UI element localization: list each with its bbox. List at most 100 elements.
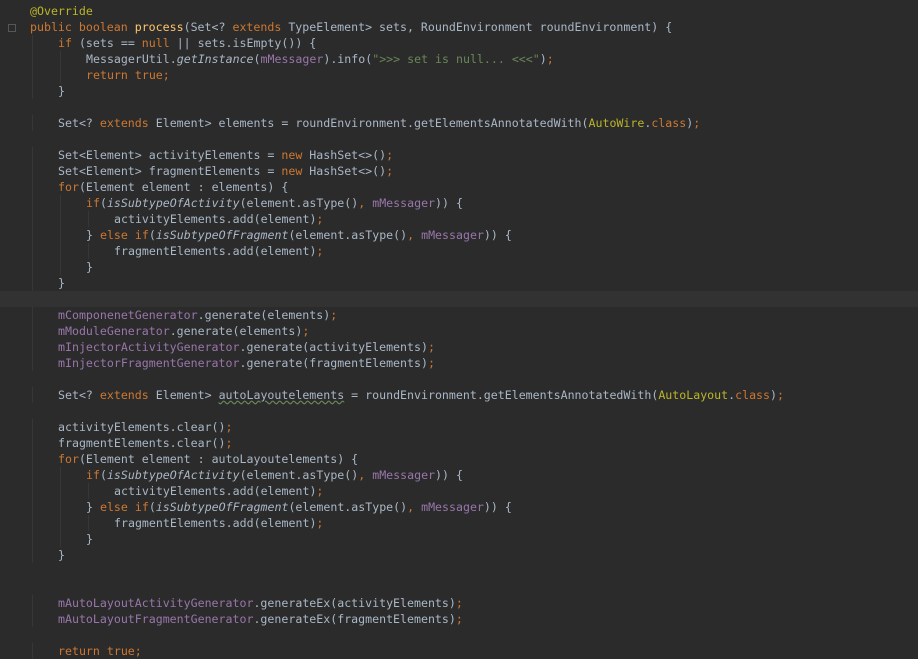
code-token: activityElements.clear() bbox=[58, 420, 226, 434]
code-line-content: mAutoLayoutFragmentGenerator.generateEx(… bbox=[30, 612, 463, 626]
code-line[interactable] bbox=[30, 579, 918, 595]
code-token: autoLayoutelements bbox=[218, 388, 345, 402]
code-line[interactable]: } else if(isSubtypeOfFragment(element.as… bbox=[30, 227, 918, 243]
code-token: TypeElement> sets, RoundEnvironment roun… bbox=[288, 20, 673, 34]
code-token: Set<? bbox=[58, 116, 100, 130]
code-token: mComponenetGenerator bbox=[58, 308, 198, 322]
indent-guide bbox=[32, 211, 33, 227]
code-token: ; bbox=[427, 340, 435, 354]
code-token: (Element element : elements) { bbox=[78, 180, 289, 194]
code-line[interactable]: if(isSubtypeOfActivity(element.asType(),… bbox=[30, 467, 918, 483]
code-token: } bbox=[58, 276, 65, 290]
code-line[interactable]: activityElements.add(element); bbox=[30, 211, 918, 227]
indent-guide bbox=[60, 243, 61, 259]
code-line-content: fragmentElements.clear(); bbox=[30, 436, 233, 450]
code-line[interactable]: MessagerUtil.getInstance(mMessager).info… bbox=[30, 51, 918, 67]
code-line[interactable]: Set<? extends Element> autoLayoutelement… bbox=[30, 387, 918, 403]
code-line[interactable]: } bbox=[30, 259, 918, 275]
code-line[interactable]: mInjectorActivityGenerator.generate(acti… bbox=[30, 339, 918, 355]
code-line[interactable]: } bbox=[30, 547, 918, 563]
code-token: )) { bbox=[435, 196, 463, 210]
code-token: AutoLayout bbox=[658, 388, 729, 402]
code-line[interactable]: } bbox=[30, 275, 918, 291]
code-token: (element.asType() bbox=[239, 196, 359, 210]
code-line[interactable]: mAutoLayoutActivityGenerator.generateEx(… bbox=[30, 595, 918, 611]
code-line[interactable]: if(isSubtypeOfActivity(element.asType(),… bbox=[30, 195, 918, 211]
code-line-content: mInjectorFragmentGenerator.generate(frag… bbox=[30, 356, 435, 370]
indent-guide bbox=[60, 515, 61, 531]
code-token: ( bbox=[148, 500, 156, 514]
code-token: mModuleGenerator bbox=[58, 324, 170, 338]
indent-guide bbox=[32, 147, 33, 163]
code-line[interactable]: mComponenetGenerator.generate(elements); bbox=[30, 307, 918, 323]
code-editor[interactable]: @Override public boolean process(Set<? ex… bbox=[0, 0, 918, 659]
code-line-content: activityElements.add(element); bbox=[30, 484, 323, 498]
code-token: ; bbox=[225, 420, 233, 434]
indent-guide bbox=[32, 67, 33, 83]
code-token: ; bbox=[546, 52, 554, 66]
code-token: .generateEx(activityElements) bbox=[253, 596, 456, 610]
code-token: } bbox=[58, 548, 65, 562]
code-line[interactable]: } bbox=[30, 83, 918, 99]
code-token: class bbox=[651, 116, 687, 130]
code-line-content: if(isSubtypeOfActivity(element.asType(),… bbox=[30, 468, 463, 482]
indent-guide bbox=[32, 179, 33, 195]
code-area[interactable]: @Override public boolean process(Set<? ex… bbox=[0, 3, 918, 659]
code-line[interactable]: Set<Element> activityElements = new Hash… bbox=[30, 147, 918, 163]
code-token: mMessager bbox=[260, 52, 324, 66]
code-line[interactable]: Set<Element> fragmentElements = new Hash… bbox=[30, 163, 918, 179]
code-token: ; bbox=[316, 212, 324, 226]
code-token: activityElements.add(element) bbox=[114, 212, 317, 226]
code-line-content: mAutoLayoutActivityGenerator.generateEx(… bbox=[30, 596, 463, 610]
code-line[interactable]: } bbox=[30, 531, 918, 547]
code-line[interactable] bbox=[30, 371, 918, 387]
code-line-content: @Override bbox=[30, 4, 93, 18]
code-line[interactable]: fragmentElements.add(element); bbox=[30, 243, 918, 259]
code-token: ; bbox=[386, 164, 394, 178]
code-token: ( bbox=[253, 52, 261, 66]
code-token: fragmentElements.add(element) bbox=[114, 516, 317, 530]
code-line-content: mComponenetGenerator.generate(elements); bbox=[30, 308, 337, 322]
code-line[interactable]: return true; bbox=[30, 643, 918, 659]
code-line[interactable]: if (sets == null || sets.isEmpty()) { bbox=[30, 35, 918, 51]
code-line[interactable]: mAutoLayoutFragmentGenerator.generateEx(… bbox=[30, 611, 918, 627]
code-line[interactable]: } else if(isSubtypeOfFragment(element.as… bbox=[30, 499, 918, 515]
code-line[interactable] bbox=[30, 131, 918, 147]
indent-guide bbox=[32, 515, 33, 531]
code-token: Set<Element> activityElements = bbox=[58, 148, 282, 162]
indent-guide bbox=[60, 227, 61, 243]
code-line[interactable]: mInjectorFragmentGenerator.generate(frag… bbox=[30, 355, 918, 371]
code-line[interactable]: mModuleGenerator.generate(elements); bbox=[30, 323, 918, 339]
code-line[interactable]: @Override bbox=[30, 3, 918, 19]
code-token: new bbox=[281, 164, 310, 178]
code-token: ; bbox=[330, 308, 338, 322]
code-line[interactable]: return true; bbox=[30, 67, 918, 83]
code-token: for bbox=[58, 180, 79, 194]
code-line[interactable]: activityElements.add(element); bbox=[30, 483, 918, 499]
code-line[interactable] bbox=[30, 563, 918, 579]
code-token: Set<? bbox=[58, 388, 100, 402]
code-line-content: Set<? extends Element> autoLayoutelement… bbox=[30, 388, 784, 402]
code-line[interactable]: activityElements.clear(); bbox=[30, 419, 918, 435]
fold-marker-icon[interactable] bbox=[8, 24, 16, 32]
code-line[interactable] bbox=[30, 403, 918, 419]
code-token: isSubtypeOfFragment bbox=[155, 500, 289, 514]
code-line-content: } bbox=[30, 260, 93, 274]
code-line[interactable]: for(Element element : elements) { bbox=[30, 179, 918, 195]
code-line[interactable] bbox=[30, 99, 918, 115]
code-token: ; bbox=[777, 388, 784, 402]
code-line[interactable]: fragmentElements.clear(); bbox=[30, 435, 918, 451]
indent-guide bbox=[60, 531, 61, 547]
indent-guide bbox=[32, 451, 33, 467]
code-line[interactable]: Set<? extends Element> elements = roundE… bbox=[30, 115, 918, 131]
code-line[interactable]: public boolean process(Set<? extends Typ… bbox=[30, 19, 918, 35]
code-line[interactable] bbox=[0, 291, 918, 307]
code-token: ; bbox=[316, 244, 324, 258]
code-token: ) bbox=[539, 52, 547, 66]
code-line[interactable]: fragmentElements.add(element); bbox=[30, 515, 918, 531]
indent-guide bbox=[32, 259, 33, 275]
code-token: AutoWire bbox=[588, 116, 645, 130]
code-line-content: return true; bbox=[30, 68, 170, 82]
code-line[interactable]: for(Element element : autoLayoutelements… bbox=[30, 451, 918, 467]
code-line[interactable] bbox=[30, 627, 918, 643]
